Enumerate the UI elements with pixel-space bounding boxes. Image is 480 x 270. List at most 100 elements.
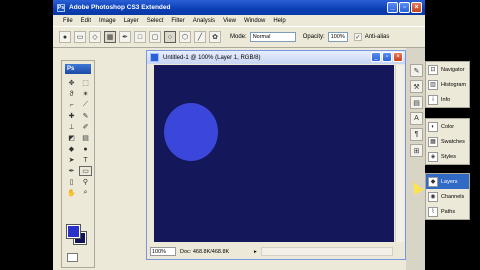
- title-bar: Ps Adobe Photoshop CS3 Extended _ ▫ ×: [53, 0, 425, 15]
- polygon-icon[interactable]: ⬡: [179, 31, 191, 43]
- vertical-scrollbar[interactable]: [395, 65, 404, 242]
- paragraph-panel-icon[interactable]: ¶: [410, 128, 423, 141]
- layers-group: ◆ Layers ◉ Channels ⌇ Paths: [425, 173, 470, 220]
- opacity-field[interactable]: 100%: [327, 32, 348, 42]
- layers-icon: ◆: [428, 176, 438, 187]
- crop-tool-icon[interactable]: ⌐: [65, 100, 78, 110]
- quick-mask-icon[interactable]: [67, 253, 78, 262]
- shape-layers-icon[interactable]: ▭: [74, 31, 86, 43]
- histogram-icon: ▥: [428, 79, 438, 90]
- dodge-tool-icon[interactable]: ●: [79, 144, 92, 154]
- maximize-button[interactable]: ▫: [399, 2, 410, 13]
- menu-view[interactable]: View: [223, 18, 236, 24]
- color-label: Color: [441, 123, 455, 130]
- antialias-label: Anti-alias: [364, 34, 390, 40]
- pen-tool-icon[interactable]: ✒: [65, 166, 78, 176]
- mode-select[interactable]: Normal: [249, 32, 296, 42]
- menu-bar: File Edit Image Layer Select Filter Anal…: [53, 15, 425, 26]
- brushes-panel-icon[interactable]: ✎: [410, 64, 423, 77]
- minimize-button[interactable]: _: [387, 2, 398, 13]
- panel-swatches[interactable]: ▦ Swatches: [426, 134, 469, 149]
- doc-close-button[interactable]: ×: [393, 52, 403, 62]
- pen-icon[interactable]: ✒: [119, 31, 131, 43]
- doc-size: Doc: 468.8K/468.8K: [180, 248, 230, 255]
- tool-preset-icon[interactable]: ●: [59, 31, 71, 43]
- notes-tool-icon[interactable]: ▯: [65, 177, 78, 187]
- menu-select[interactable]: Select: [147, 18, 164, 24]
- canvas[interactable]: [154, 65, 394, 242]
- lasso-tool-icon[interactable]: ϑ: [65, 89, 78, 99]
- menu-analysis[interactable]: Analysis: [193, 18, 215, 24]
- menu-window[interactable]: Window: [244, 18, 265, 24]
- status-bar: 100% Doc: 468.8K/468.8K ▸: [147, 244, 405, 259]
- eraser-tool-icon[interactable]: ◩: [65, 133, 78, 143]
- rectangle-icon[interactable]: □: [134, 31, 146, 43]
- panel-color[interactable]: ◐ Color: [426, 119, 469, 134]
- marquee-tool-icon[interactable]: ⬚: [79, 78, 92, 88]
- clone-source-icon[interactable]: ⊞: [410, 144, 423, 157]
- panel-histogram[interactable]: ▥ Histogram: [426, 77, 469, 92]
- panel-styles[interactable]: ◈ Styles: [426, 149, 469, 164]
- blur-tool-icon[interactable]: ◆: [65, 144, 78, 154]
- panels-column: ⊡ Navigator ▥ Histogram i Info ◐ Color ▦ Swat…: [425, 48, 480, 270]
- histogram-label: Histogram: [441, 81, 467, 88]
- menu-help[interactable]: Help: [273, 18, 285, 24]
- horizontal-scrollbar[interactable]: [260, 247, 393, 256]
- slice-tool-icon[interactable]: ⟋: [79, 100, 92, 110]
- ellipse-icon[interactable]: ○: [164, 31, 176, 43]
- menu-layer[interactable]: Layer: [124, 18, 139, 24]
- channels-icon: ◉: [428, 191, 438, 202]
- menu-filter[interactable]: Filter: [171, 18, 184, 24]
- move-tool-icon[interactable]: ✥: [65, 78, 78, 88]
- character-panel-icon[interactable]: A: [410, 112, 423, 125]
- menu-image[interactable]: Image: [99, 18, 116, 24]
- mode-label: Mode:: [230, 34, 247, 40]
- antialias-checkbox[interactable]: ✓: [353, 33, 362, 41]
- gradient-tool-icon[interactable]: ▤: [79, 133, 92, 143]
- layer-comps-icon[interactable]: ▤: [410, 96, 423, 109]
- status-arrow-icon[interactable]: ▸: [254, 249, 257, 255]
- zoom-field[interactable]: 100%: [150, 247, 176, 256]
- hand-tool-icon[interactable]: ✋: [65, 188, 78, 198]
- document-window: Untitled-1 @ 100% (Layer 1, RGB/8) _ ▫ ×…: [146, 50, 406, 260]
- doc-maximize-button[interactable]: ▫: [382, 52, 392, 62]
- panel-navigator[interactable]: ⊡ Navigator: [426, 62, 469, 77]
- ellipse-shape[interactable]: [164, 103, 218, 161]
- panel-dock-strip: ✎ ⚒ ▤ A ¶ ⊞: [406, 48, 425, 270]
- panel-paths[interactable]: ⌇ Paths: [426, 204, 469, 219]
- rounded-rect-icon[interactable]: ▢: [149, 31, 161, 43]
- stamp-tool-icon[interactable]: ⊥: [65, 122, 78, 132]
- doc-minimize-button[interactable]: _: [371, 52, 381, 62]
- magic-wand-icon[interactable]: ✶: [79, 89, 92, 99]
- navigator-group: ⊡ Navigator ▥ Histogram i Info: [425, 61, 470, 108]
- opacity-label: Opacity:: [302, 34, 325, 40]
- fill-pixels-icon[interactable]: ▦: [104, 31, 116, 43]
- type-tool-icon[interactable]: T: [79, 155, 92, 165]
- line-icon[interactable]: ╱: [194, 31, 206, 43]
- path-select-icon[interactable]: ➤: [65, 155, 78, 165]
- custom-shape-icon[interactable]: ✿: [209, 31, 221, 43]
- brush-tool-icon[interactable]: ✎: [79, 111, 92, 121]
- healing-tool-icon[interactable]: ✚: [65, 111, 78, 121]
- shape-tool-icon[interactable]: ▭: [79, 166, 92, 176]
- window-title: Adobe Photoshop CS3 Extended: [69, 4, 171, 11]
- close-button[interactable]: ×: [411, 2, 422, 13]
- paths-icon[interactable]: ◇: [89, 31, 101, 43]
- menu-file[interactable]: File: [63, 18, 73, 24]
- panel-layers[interactable]: ◆ Layers: [426, 174, 469, 189]
- navigator-icon: ⊡: [428, 64, 438, 75]
- panel-info[interactable]: i Info: [426, 92, 469, 107]
- history-brush-icon[interactable]: ✐: [79, 122, 92, 132]
- navigator-label: Navigator: [441, 66, 465, 73]
- eyedropper-icon[interactable]: ⚲: [79, 177, 92, 187]
- menu-edit[interactable]: Edit: [81, 18, 91, 24]
- foreground-color-swatch[interactable]: [66, 224, 81, 239]
- tool-presets-icon[interactable]: ⚒: [410, 80, 423, 93]
- zoom-value: 100%: [152, 248, 167, 255]
- zoom-tool-icon[interactable]: ⌕: [79, 188, 92, 198]
- panel-channels[interactable]: ◉ Channels: [426, 189, 469, 204]
- info-label: Info: [441, 96, 451, 103]
- photoshop-window: Ps Adobe Photoshop CS3 Extended _ ▫ × Fi…: [53, 0, 425, 270]
- opacity-value: 100%: [330, 34, 345, 40]
- color-group: ◐ Color ▦ Swatches ◈ Styles: [425, 118, 470, 165]
